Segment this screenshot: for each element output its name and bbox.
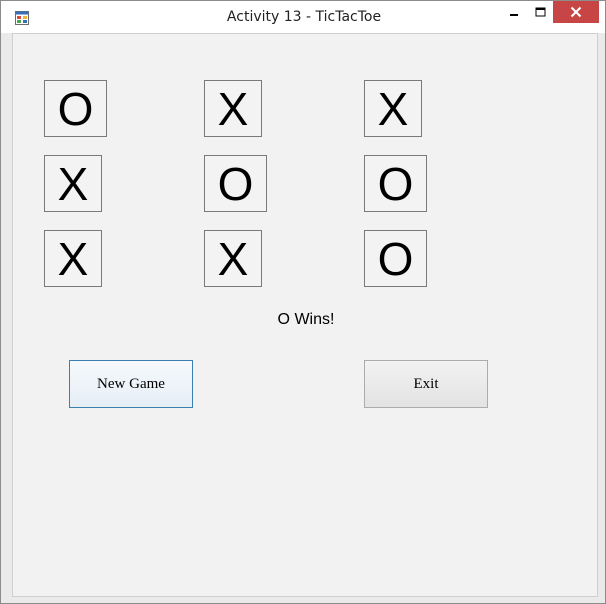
board-cell-9[interactable]: O bbox=[364, 230, 427, 287]
maximize-button[interactable] bbox=[527, 1, 553, 23]
board-cell-2[interactable]: X bbox=[204, 80, 262, 137]
new-game-button[interactable]: New Game bbox=[69, 360, 193, 408]
board-cell-1[interactable]: O bbox=[44, 80, 107, 137]
close-icon bbox=[570, 6, 582, 18]
board-cell-5[interactable]: O bbox=[204, 155, 267, 212]
exit-button[interactable]: Exit bbox=[364, 360, 488, 408]
board-cell-6[interactable]: O bbox=[364, 155, 427, 212]
board-cell-4[interactable]: X bbox=[44, 155, 102, 212]
minimize-icon bbox=[510, 14, 518, 16]
minimize-button[interactable] bbox=[501, 1, 527, 23]
title-bar[interactable]: Activity 13 - TicTacToe bbox=[1, 1, 605, 33]
board-cell-7[interactable]: X bbox=[44, 230, 102, 287]
form-client-area: O X X X O O X X O O Wins! New Game Exit bbox=[12, 33, 598, 597]
app-window: Activity 13 - TicTacToe O X X X O O X X … bbox=[0, 0, 606, 604]
maximize-icon bbox=[535, 7, 545, 17]
board-cell-3[interactable]: X bbox=[364, 80, 422, 137]
board-cell-8[interactable]: X bbox=[204, 230, 262, 287]
game-status-label: O Wins! bbox=[277, 311, 335, 328]
close-button[interactable] bbox=[553, 1, 599, 23]
